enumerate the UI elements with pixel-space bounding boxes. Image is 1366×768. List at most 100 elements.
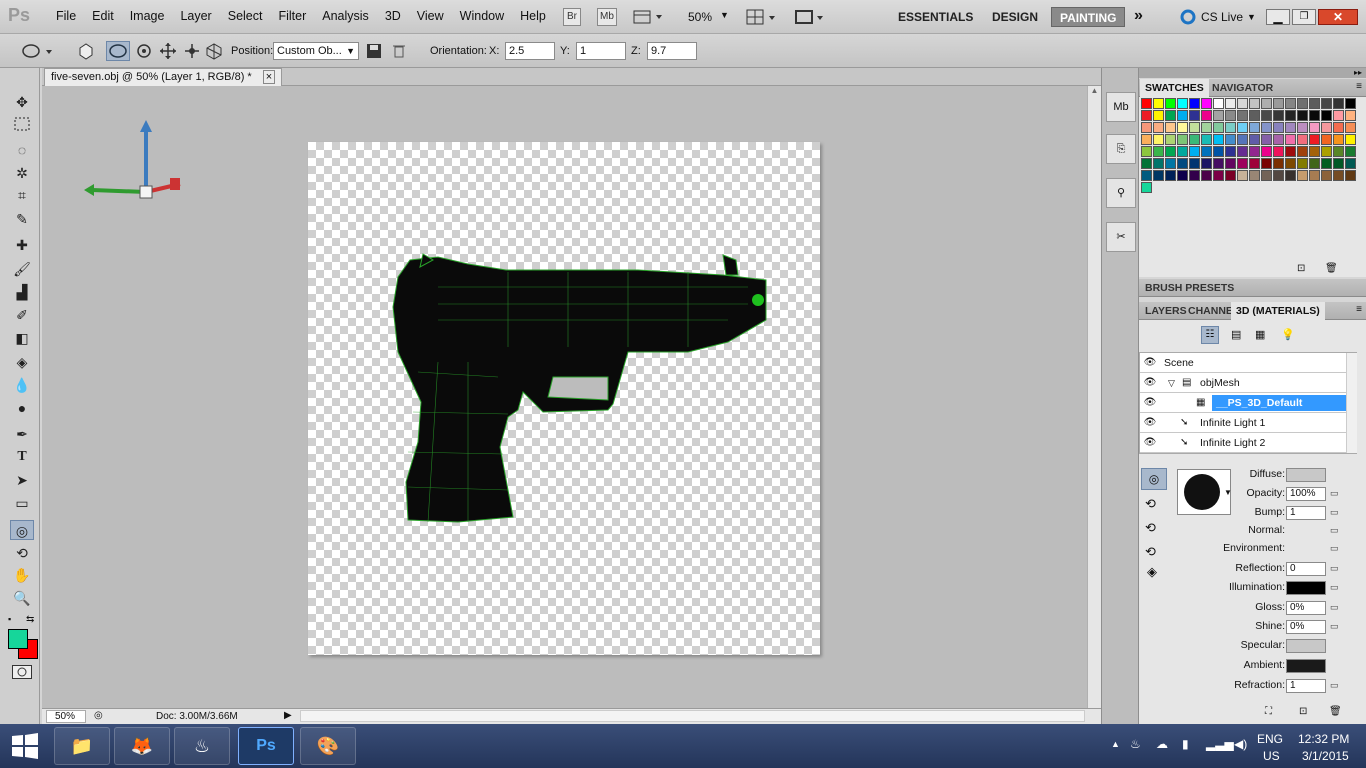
menu-file[interactable]: File bbox=[48, 9, 84, 23]
tab-brush-presets[interactable]: BRUSH PRESETS bbox=[1140, 279, 1239, 297]
clone-source-panel-icon[interactable]: ⚲ bbox=[1106, 178, 1136, 208]
swatch-color[interactable] bbox=[1165, 146, 1176, 157]
swatch-color[interactable] bbox=[1213, 110, 1224, 121]
workspace-design[interactable]: DESIGN bbox=[984, 7, 1046, 27]
swatch-color[interactable] bbox=[1309, 110, 1320, 121]
swatch-color[interactable] bbox=[1141, 170, 1152, 181]
close-document-icon[interactable]: × bbox=[262, 70, 276, 84]
workspace-painting[interactable]: PAINTING bbox=[1051, 7, 1126, 27]
swatch-color[interactable] bbox=[1285, 122, 1296, 133]
swatch-color[interactable] bbox=[1165, 98, 1176, 109]
dodge-tool-icon[interactable]: ● bbox=[10, 398, 34, 418]
texture-folder-icon[interactable]: ▭ bbox=[1330, 507, 1342, 517]
cs-live-dropdown-icon[interactable]: ▼ bbox=[1247, 12, 1256, 22]
swatch-color[interactable] bbox=[1225, 146, 1236, 157]
swatch-color[interactable] bbox=[1249, 134, 1260, 145]
visibility-eye-icon[interactable]: 👁 bbox=[1143, 376, 1157, 390]
swatch-color[interactable] bbox=[1177, 122, 1188, 133]
screen-mode-icon[interactable] bbox=[794, 8, 826, 26]
swatch-color[interactable] bbox=[1309, 146, 1320, 157]
swatch-color[interactable] bbox=[1141, 122, 1152, 133]
restore-button[interactable]: ❐ bbox=[1292, 9, 1316, 25]
swatch-color[interactable] bbox=[1189, 98, 1200, 109]
taskbar-steam-icon[interactable]: ♨ bbox=[174, 727, 230, 765]
visibility-eye-icon[interactable]: 👁 bbox=[1143, 416, 1157, 430]
swatch-color[interactable] bbox=[1321, 122, 1332, 133]
menu-window[interactable]: Window bbox=[452, 9, 512, 23]
move-tool-icon[interactable]: ✥ bbox=[10, 92, 34, 112]
swatch-color[interactable] bbox=[1297, 134, 1308, 145]
paint-bucket-tool-icon[interactable]: ◈ bbox=[10, 352, 34, 372]
swatch-color[interactable] bbox=[1249, 110, 1260, 121]
swatch-color[interactable] bbox=[1237, 146, 1248, 157]
swatch-color[interactable] bbox=[1261, 110, 1272, 121]
swatch-color[interactable] bbox=[1165, 134, 1176, 145]
tab-channels[interactable]: CHANNE bbox=[1183, 302, 1238, 320]
swatch-color[interactable] bbox=[1333, 134, 1344, 145]
tray-network-icon[interactable]: ▂▃▅ bbox=[1206, 737, 1234, 751]
swatch-color[interactable] bbox=[1285, 134, 1296, 145]
tray-time[interactable]: 12:32 PM bbox=[1298, 732, 1349, 746]
close-window-button[interactable]: ✕ bbox=[1318, 9, 1358, 25]
swatch-color[interactable] bbox=[1273, 98, 1284, 109]
filter-whole-scene-icon[interactable]: ☷ bbox=[1201, 326, 1219, 344]
material-settings-icon[interactable]: ⛶ bbox=[1265, 706, 1272, 717]
texture-folder-icon[interactable]: ▭ bbox=[1330, 488, 1342, 498]
swatch-color[interactable] bbox=[1141, 146, 1152, 157]
material-prop-input[interactable]: 0 bbox=[1286, 562, 1326, 576]
menu-view[interactable]: View bbox=[409, 9, 452, 23]
orientation-y-input[interactable]: 1 bbox=[576, 42, 626, 60]
windows-start-icon[interactable] bbox=[10, 732, 40, 760]
view-extras-icon[interactable] bbox=[633, 9, 665, 25]
swatch-color[interactable] bbox=[1309, 134, 1320, 145]
swatch-color[interactable] bbox=[1189, 170, 1200, 181]
swatch-color[interactable] bbox=[1201, 98, 1212, 109]
cs-live-label[interactable]: CS Live bbox=[1201, 10, 1243, 24]
swatch-color[interactable] bbox=[1345, 98, 1356, 109]
swatch-color[interactable] bbox=[1333, 110, 1344, 121]
swatch-color[interactable] bbox=[1249, 146, 1260, 157]
swatch-color[interactable] bbox=[1141, 182, 1152, 193]
material-color-swatch[interactable] bbox=[1286, 581, 1326, 595]
taskbar-photoshop-icon[interactable]: Ps bbox=[238, 727, 294, 765]
brush-tool-icon[interactable]: 🖌 bbox=[10, 259, 34, 279]
swatch-color[interactable] bbox=[1297, 158, 1308, 169]
swatch-color[interactable] bbox=[1321, 158, 1332, 169]
swatch-color[interactable] bbox=[1153, 134, 1164, 145]
shape-tool-icon[interactable]: ▭ bbox=[10, 493, 34, 513]
hand-tool-icon[interactable]: ✋ bbox=[10, 565, 34, 585]
orientation-x-input[interactable]: 2.5 bbox=[505, 42, 555, 60]
material-color-swatch[interactable] bbox=[1286, 468, 1326, 482]
swatch-color[interactable] bbox=[1273, 122, 1284, 133]
swatch-color[interactable] bbox=[1237, 134, 1248, 145]
lasso-tool-icon[interactable]: ◌ bbox=[10, 140, 34, 160]
swatch-color[interactable] bbox=[1273, 158, 1284, 169]
new-material-icon[interactable]: ⊡ bbox=[1299, 706, 1307, 717]
swatch-color[interactable] bbox=[1177, 158, 1188, 169]
swatch-color[interactable] bbox=[1141, 110, 1152, 121]
horizontal-scrollbar[interactable] bbox=[300, 710, 1085, 722]
more-workspaces-icon[interactable]: » bbox=[1134, 7, 1143, 25]
swatch-color[interactable] bbox=[1345, 146, 1356, 157]
texture-folder-icon[interactable]: ▭ bbox=[1330, 602, 1342, 612]
expand-triangle-icon[interactable]: ▽ bbox=[1168, 373, 1175, 393]
swatch-color[interactable] bbox=[1165, 158, 1176, 169]
zoom-tool-icon[interactable]: 🔍 bbox=[10, 588, 34, 608]
minimize-button[interactable]: ▁ bbox=[1266, 9, 1290, 25]
swatch-color[interactable] bbox=[1249, 122, 1260, 133]
material-prop-input[interactable]: 1 bbox=[1286, 679, 1326, 693]
menu-filter[interactable]: Filter bbox=[270, 9, 314, 23]
swatch-color[interactable] bbox=[1165, 170, 1176, 181]
swatch-color[interactable] bbox=[1273, 170, 1284, 181]
swatch-color[interactable] bbox=[1309, 122, 1320, 133]
swatch-color[interactable] bbox=[1237, 170, 1248, 181]
swatch-color[interactable] bbox=[1321, 134, 1332, 145]
swatch-color[interactable] bbox=[1213, 98, 1224, 109]
swatch-color[interactable] bbox=[1297, 98, 1308, 109]
swatch-color[interactable] bbox=[1201, 170, 1212, 181]
swatch-color[interactable] bbox=[1345, 158, 1356, 169]
swatch-color[interactable] bbox=[1213, 170, 1224, 181]
healing-brush-tool-icon[interactable]: ✚ bbox=[10, 235, 34, 255]
material-color-swatch[interactable] bbox=[1286, 659, 1326, 673]
eyedropper-tool-icon[interactable]: ✎ bbox=[10, 209, 34, 229]
